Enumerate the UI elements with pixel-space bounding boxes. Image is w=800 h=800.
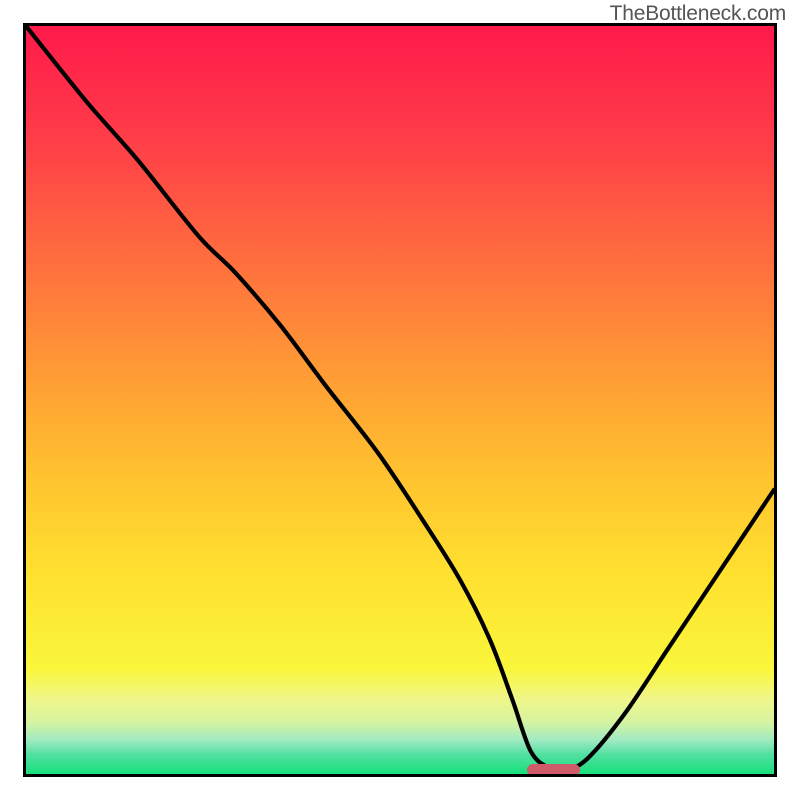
optimum-marker — [527, 764, 579, 775]
bottleneck-curve — [26, 26, 774, 774]
watermark-text: TheBottleneck.com — [610, 2, 786, 26]
plot-area — [26, 26, 774, 774]
